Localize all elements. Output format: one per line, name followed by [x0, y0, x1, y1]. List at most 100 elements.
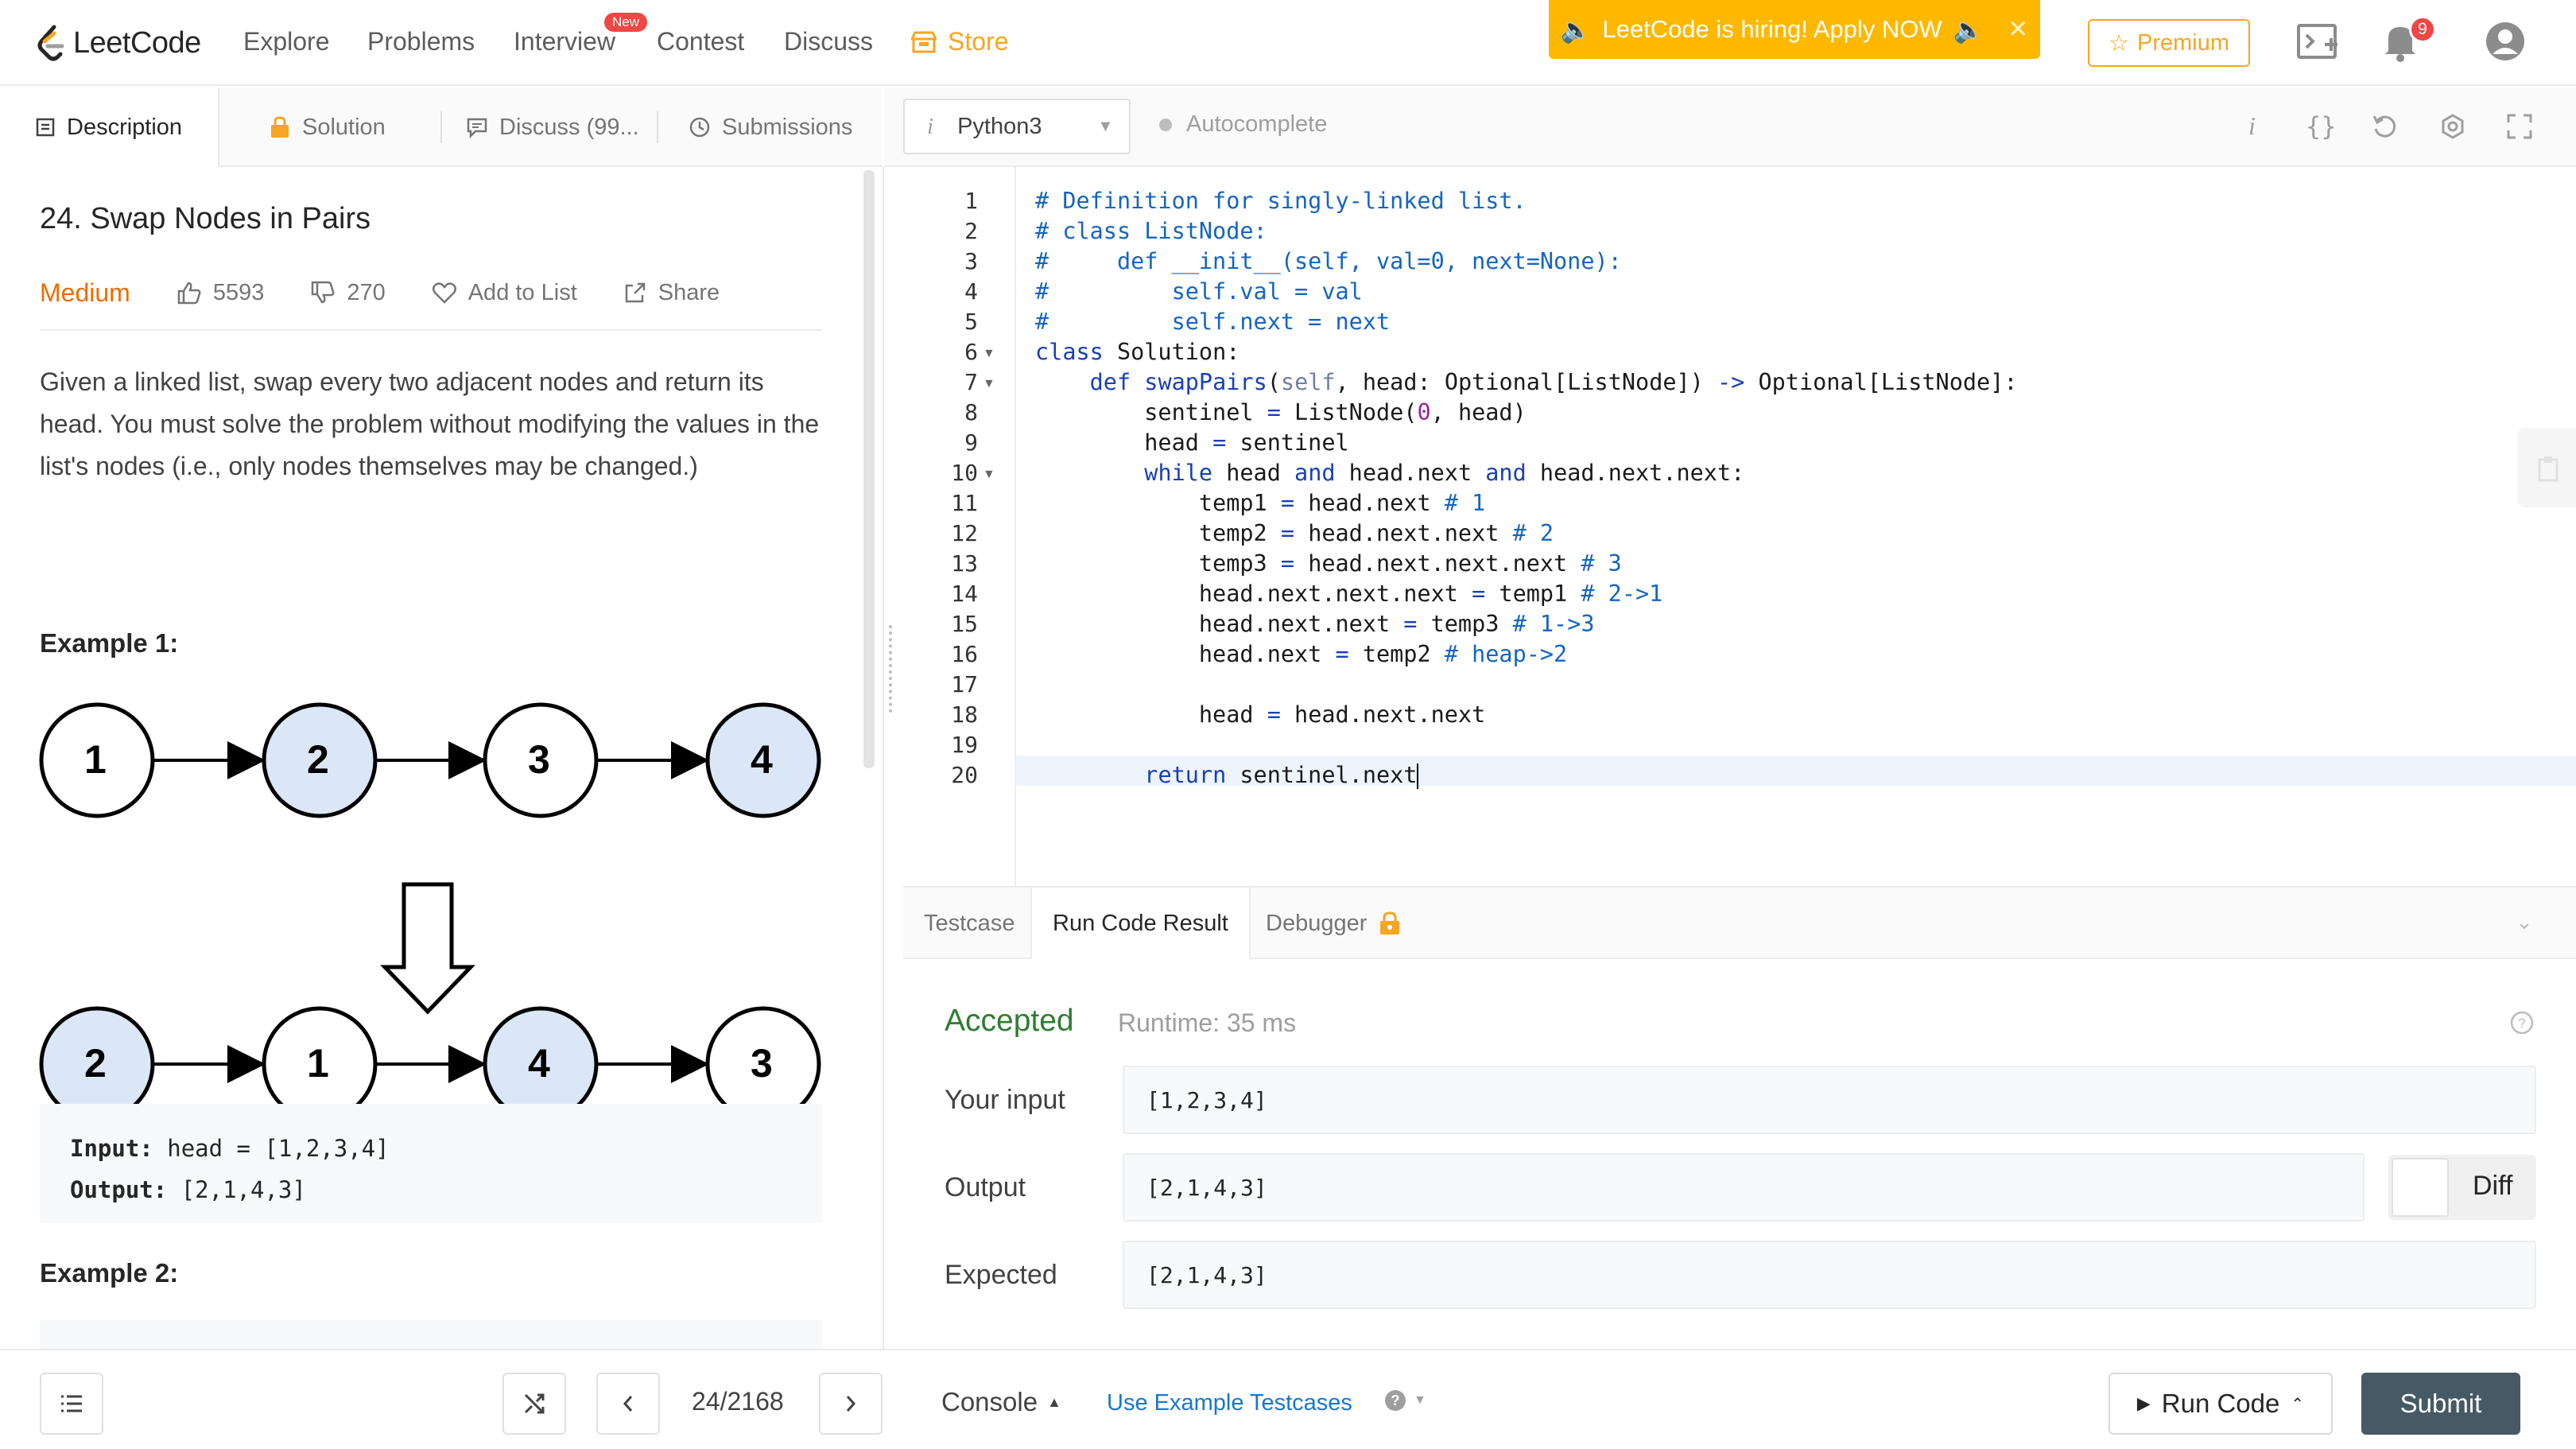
info-icon: i: [927, 113, 934, 139]
line-number: 9: [964, 429, 978, 456]
nav-contest[interactable]: Contest: [657, 27, 744, 56]
example-2-box: [40, 1320, 822, 1349]
help-icon: ?: [1385, 1390, 1406, 1411]
panel-splitter[interactable]: [883, 167, 884, 1349]
problem-statement: Given a linked list, swap every two adja…: [40, 367, 820, 480]
clock-icon: [689, 117, 710, 138]
language-select[interactable]: i Python3 ▼: [903, 99, 1131, 154]
dislike-button[interactable]: 270: [310, 279, 386, 306]
next-problem-button[interactable]: [819, 1373, 883, 1435]
tab-run-code-result[interactable]: Run Code Result: [1030, 888, 1251, 959]
playground-icon[interactable]: [2296, 21, 2341, 64]
tab-run-code-result-label: Run Code Result: [1053, 910, 1228, 936]
fold-arrow-icon[interactable]: ▼: [983, 377, 995, 391]
autocomplete-toggle[interactable]: Autocomplete: [1159, 111, 1327, 138]
help-dropdown[interactable]: ? ▼: [1383, 1389, 1426, 1412]
nav-discuss[interactable]: Discuss: [784, 27, 873, 56]
code-line: temp1 = head.next # 1: [1035, 490, 1486, 516]
line-number: 1: [964, 188, 978, 214]
side-clipboard-tab[interactable]: [2517, 428, 2576, 507]
nav-store-label: Store: [948, 27, 1009, 56]
tab-discuss-label: Discuss (99...: [499, 114, 639, 140]
settings-icon[interactable]: [2439, 113, 2466, 140]
problem-description-panel: 24. Swap Nodes in Pairs Medium 5593 270 …: [0, 167, 867, 1349]
submit-button[interactable]: Submit: [2361, 1373, 2520, 1435]
run-code-button[interactable]: ▶ Run Code ⌃: [2109, 1373, 2333, 1435]
tab-submissions-label: Submissions: [722, 114, 853, 140]
node-label: 3: [751, 1041, 773, 1086]
tab-submissions[interactable]: Submissions: [689, 87, 852, 167]
nav-explore[interactable]: Explore: [243, 27, 330, 56]
lock-icon: [271, 116, 289, 138]
tab-solution-label: Solution: [302, 114, 386, 140]
example-input: head = [1,2,3,4]: [167, 1135, 390, 1162]
autocomplete-label: Autocomplete: [1186, 111, 1328, 137]
dislike-count: 270: [347, 279, 386, 305]
notification-badge: 9: [2409, 16, 2436, 43]
node-label: 4: [528, 1041, 550, 1086]
fullscreen-icon[interactable]: [2506, 113, 2533, 140]
console-toggle[interactable]: Console ▲: [941, 1387, 1061, 1417]
drag-handle[interactable]: [889, 625, 894, 713]
reset-icon[interactable]: [2371, 113, 2398, 140]
code-line: while head and head.next and head.next.n…: [1144, 460, 1745, 486]
fold-arrow-icon[interactable]: ▼: [983, 468, 995, 482]
node-label: 1: [84, 737, 107, 782]
line-number: 6: [964, 339, 978, 365]
collapse-chevron-icon[interactable]: ⌄: [2516, 910, 2533, 934]
use-example-testcases-link[interactable]: Use Example Testcases: [1107, 1390, 1352, 1416]
help-icon[interactable]: ?: [2509, 1010, 2535, 1035]
close-icon[interactable]: ✕: [2008, 15, 2028, 44]
prev-problem-button[interactable]: [596, 1373, 660, 1435]
line-number: 14: [951, 581, 978, 607]
tab-description[interactable]: Description: [0, 87, 219, 167]
hiring-banner[interactable]: 🔈 LeetCode is hiring! Apply NOW 🔈 ✕: [1549, 0, 2040, 59]
premium-button[interactable]: ☆ Premium: [2088, 19, 2250, 67]
example-2-heading: Example 2:: [40, 1258, 179, 1288]
problem-tabs: Description Solution Discuss (99... Subm…: [0, 87, 883, 167]
line-number: 16: [951, 641, 978, 667]
tab-solution[interactable]: Solution: [269, 87, 386, 167]
code-editor[interactable]: 1 2 3 4 5 6 7 8 9 10 11 12 13 14 15 16 17 18 19 20 ▼ ▼ ▼ # …: [903, 167, 2576, 886]
add-to-list-button[interactable]: Add to List: [432, 280, 577, 306]
like-button[interactable]: 5593: [177, 280, 264, 306]
chevron-up-icon: ▲: [1047, 1393, 1061, 1410]
nav-store[interactable]: Store: [911, 27, 1008, 56]
tab-testcase-label: Testcase: [924, 910, 1015, 936]
random-problem-button[interactable]: [502, 1373, 566, 1435]
status-dot-icon: [1159, 118, 1172, 131]
tab-discuss[interactable]: Discuss (99...: [466, 87, 639, 167]
logo-text: LeetCode: [73, 25, 201, 60]
code-line: head.next.next.next = temp1 # 2->1: [1035, 581, 1663, 607]
top-navbar: LeetCode Explore Problems Interview New …: [0, 0, 2576, 86]
diff-toggle[interactable]: Diff: [2388, 1155, 2536, 1220]
code-line: temp2 = head.next.next # 2: [1035, 520, 1554, 546]
example-1-heading: Example 1:: [40, 628, 179, 658]
expected-box: [2,1,4,3]: [1123, 1241, 2536, 1309]
description-scrollbar[interactable]: [863, 170, 875, 768]
description-icon: [36, 118, 55, 137]
tab-testcase[interactable]: Testcase: [903, 888, 1035, 959]
chevron-down-icon: ▼: [1097, 117, 1114, 135]
problem-list-button[interactable]: [40, 1373, 103, 1435]
leetcode-logo[interactable]: LeetCode: [37, 17, 201, 68]
code-line: return sentinel.next: [1144, 762, 1419, 789]
nav-interview[interactable]: Interview: [514, 27, 615, 56]
code-line: # Definition for singly-linked list.: [1035, 188, 1527, 214]
line-number: 3: [964, 248, 978, 274]
code-line: head.next = temp2 # heap->2: [1035, 641, 1568, 667]
line-number: 7: [964, 369, 978, 395]
share-button[interactable]: Share: [623, 280, 720, 306]
info-icon[interactable]: i: [2248, 111, 2256, 141]
input-label: Input:: [70, 1135, 153, 1162]
avatar[interactable]: [2485, 21, 2525, 62]
fold-arrow-icon[interactable]: ▼: [983, 347, 995, 361]
nav-problems[interactable]: Problems: [367, 27, 475, 56]
braces-icon[interactable]: {}: [2306, 111, 2337, 142]
tab-debugger[interactable]: Debugger: [1245, 888, 1422, 959]
output-label: Output:: [70, 1176, 168, 1203]
diff-label: Diff: [2473, 1171, 2513, 1201]
example-1-box: Input: head = [1,2,3,4] Output: [2,1,4,3…: [40, 1104, 822, 1223]
example-output: [2,1,4,3]: [180, 1176, 306, 1203]
tab-divider: [657, 111, 658, 143]
